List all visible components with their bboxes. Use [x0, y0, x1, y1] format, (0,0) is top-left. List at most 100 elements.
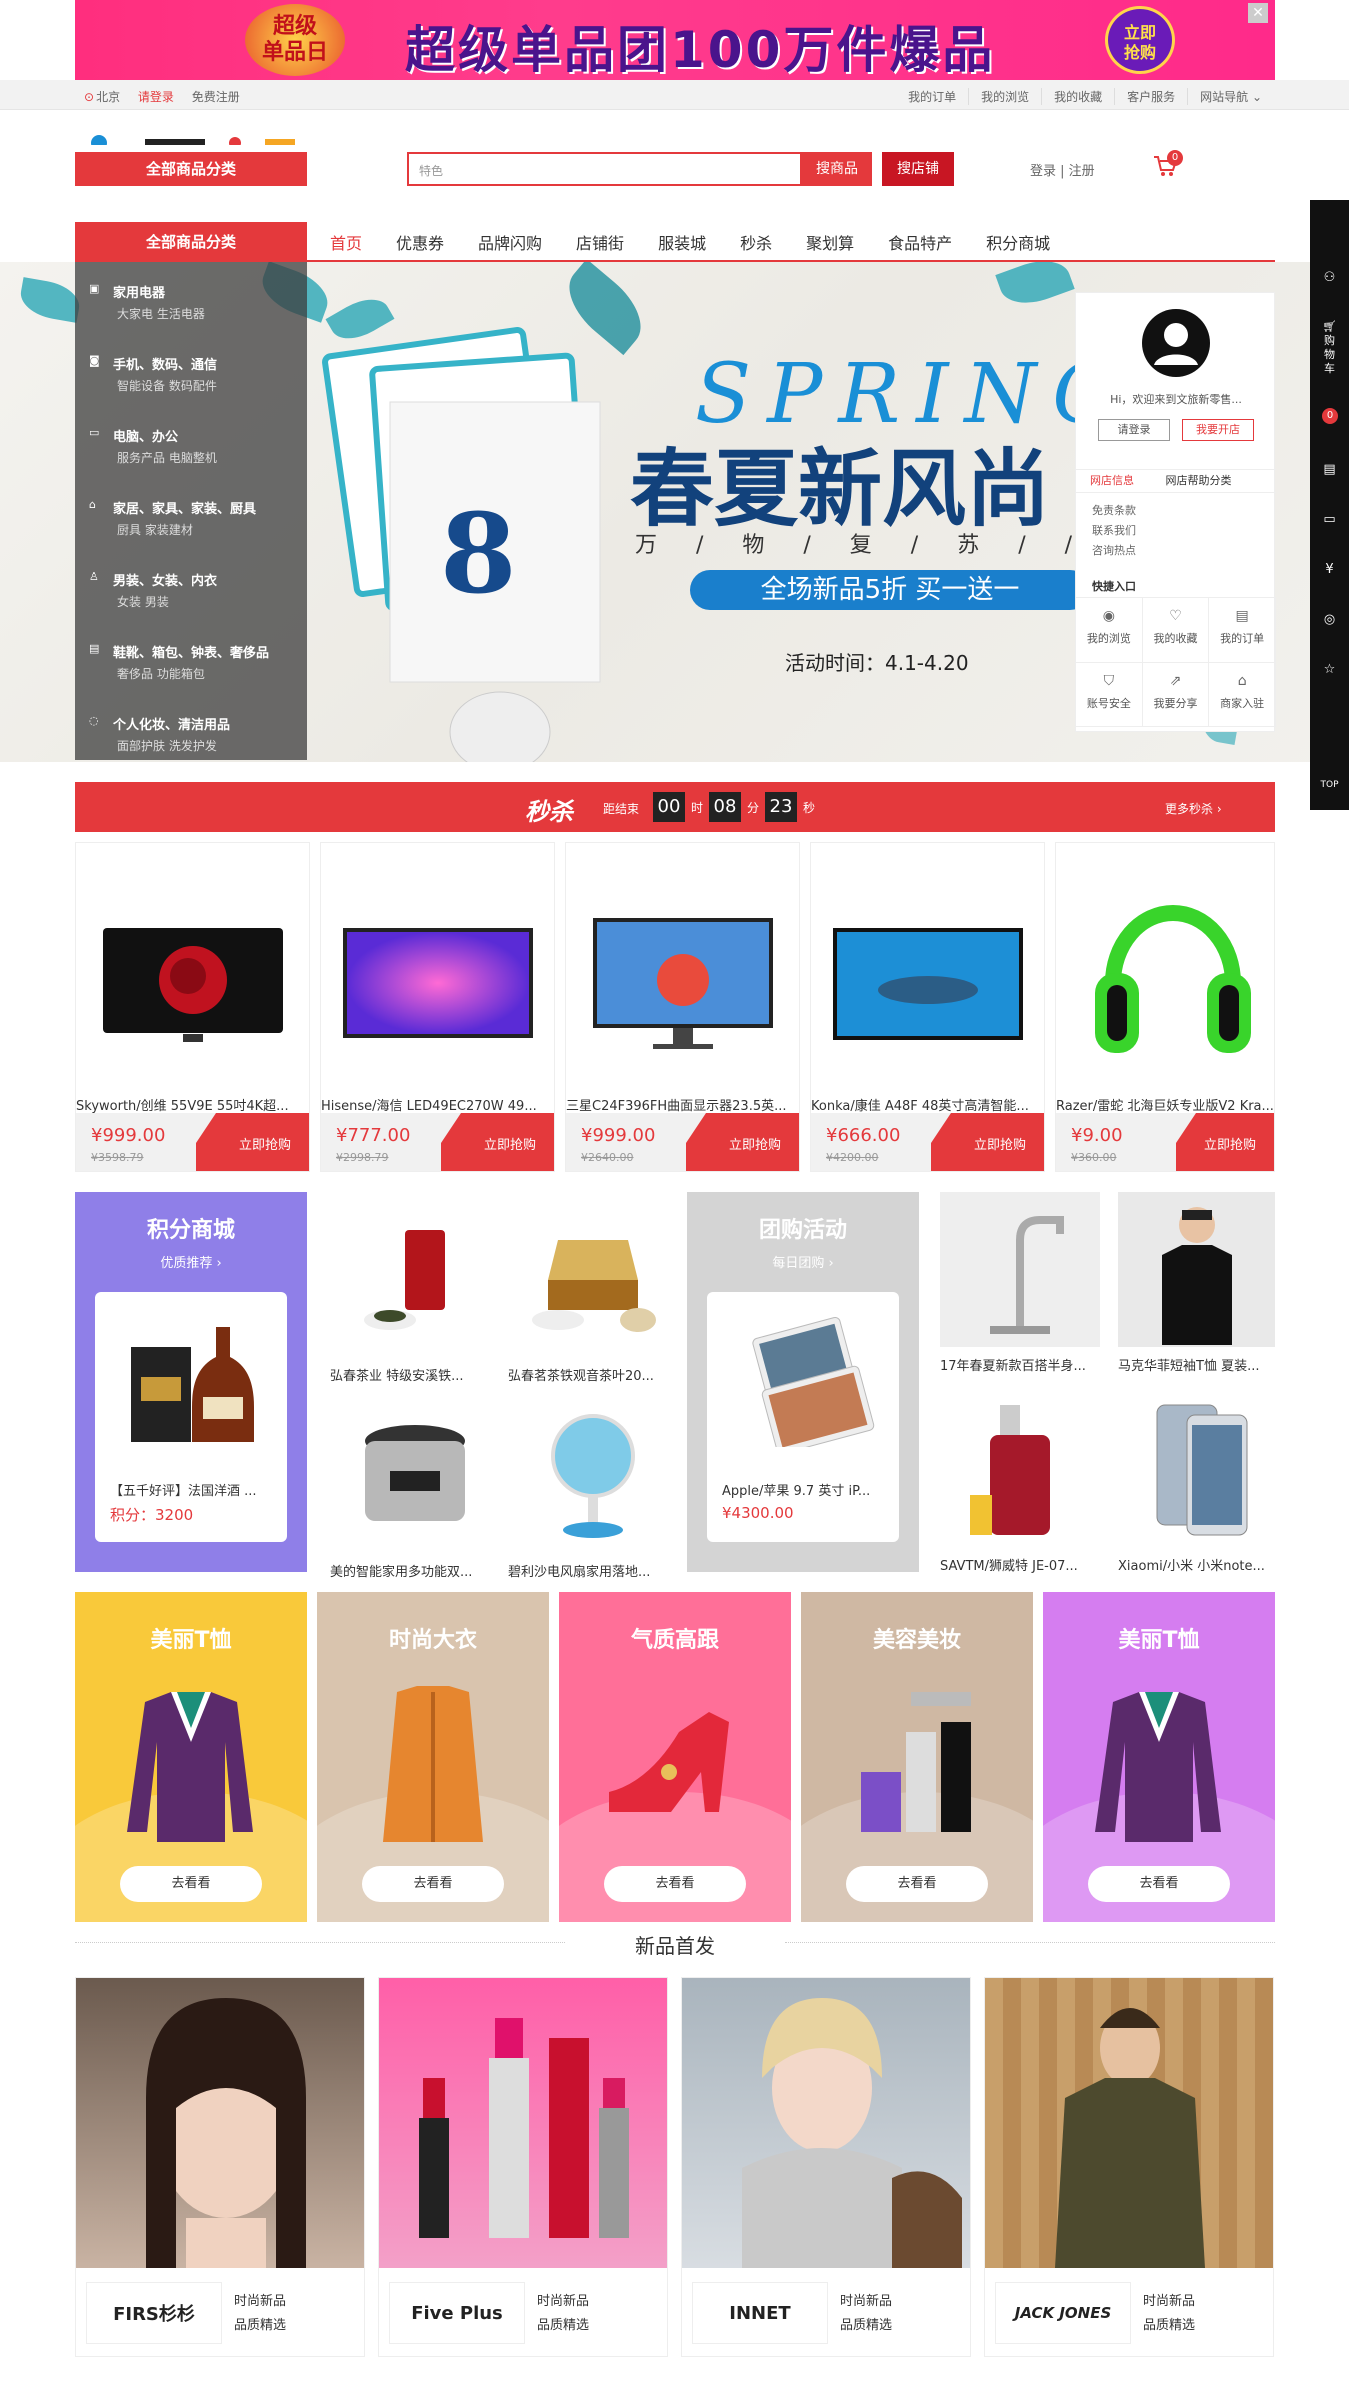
back-to-top-button[interactable]: TOP: [1310, 780, 1349, 790]
eye-icon[interactable]: ◎: [1310, 612, 1349, 627]
nav-coupons[interactable]: 优惠券: [396, 230, 444, 254]
quick-history[interactable]: ◉ 我的浏览: [1076, 598, 1143, 663]
my-favorites-link[interactable]: 我的收藏: [1041, 88, 1114, 105]
login-link[interactable]: 请登录: [138, 90, 174, 104]
category-item[interactable]: ▭ 电脑、办公 服务产品 电脑整机: [75, 414, 307, 486]
user-card-tabs: 网店信息 网店帮助分类: [1076, 469, 1276, 493]
new-arrival-card[interactable]: Five Plus 时尚新品 品质精选: [378, 1977, 668, 2357]
nav-points-mall[interactable]: 积分商城: [986, 230, 1050, 254]
buy-now-button[interactable]: 立即抢购: [1204, 1134, 1256, 1153]
product-card[interactable]: Skyworth/创维 55V9E 55吋4K超... ¥999.00 ¥3598…: [75, 842, 310, 1172]
screen-icon[interactable]: ▭: [1310, 512, 1349, 527]
grid-product[interactable]: 碧利沙电风扇家用落地...: [508, 1398, 678, 1588]
notice-contact[interactable]: 联系我们: [1092, 521, 1136, 541]
buy-now-button[interactable]: 立即抢购: [484, 1134, 536, 1153]
quick-security[interactable]: ⛉ 账号安全: [1076, 662, 1143, 727]
group-buy-sub[interactable]: 每日团购 ›: [687, 1252, 919, 1271]
star-icon[interactable]: ☆: [1310, 662, 1349, 677]
points-mall-section[interactable]: 积分商城 优质推荐 › 【五千好评】法国洋酒 ... 积分：3200: [75, 1192, 307, 1572]
quick-favorites[interactable]: ♡ 我的收藏: [1142, 598, 1210, 663]
grid-product[interactable]: 美的智能家用多功能双...: [330, 1398, 500, 1588]
customer-service-link[interactable]: 客户服务: [1114, 88, 1187, 105]
buy-now-button[interactable]: 立即抢购: [729, 1134, 781, 1153]
hours-unit: 时: [691, 801, 704, 815]
category-item[interactable]: ⌂ 家居、家具、家装、厨具 厨具 家装建材: [75, 486, 307, 558]
category-item[interactable]: ▤ 鞋靴、箱包、钟表、奢侈品 奢侈品 功能箱包: [75, 630, 307, 702]
see-more-button[interactable]: 去看看: [846, 1866, 988, 1902]
points-item-card[interactable]: 【五千好评】法国洋酒 ... 积分：3200: [95, 1292, 287, 1542]
nav-group-deals[interactable]: 聚划算: [806, 230, 854, 254]
product-card[interactable]: Konka/康佳 A48F 48英寸高清智能... ¥666.00 ¥4200.0…: [810, 842, 1045, 1172]
grid-product[interactable]: 弘春茶业 特级安溪铁...: [330, 1202, 500, 1392]
nav-food[interactable]: 食品特产: [888, 230, 952, 254]
site-nav-dropdown[interactable]: 网站导航 ⌄: [1187, 88, 1274, 105]
orders-icon[interactable]: ▤: [1310, 462, 1349, 477]
new-arrival-card[interactable]: JACK JONES 时尚新品 品质精选: [984, 1977, 1274, 2357]
category-tile[interactable]: 美容美妆 去看看: [801, 1592, 1033, 1922]
group-buy-section[interactable]: 团购活动 每日团购 › Apple/苹果 9.7 英寸 iP... ¥4300.…: [687, 1192, 919, 1572]
close-icon[interactable]: ✕: [1248, 3, 1268, 23]
search-shops-button[interactable]: 搜店铺: [882, 152, 954, 186]
product-card[interactable]: Hisense/海信 LED49EC270W 49... ¥777.00 ¥299…: [320, 842, 555, 1172]
nav-home[interactable]: 首页: [330, 230, 362, 254]
points-mall-sub[interactable]: 优质推荐 ›: [75, 1252, 307, 1271]
category-tile[interactable]: 时尚大衣 去看看: [317, 1592, 549, 1922]
nav-clothing[interactable]: 服装城: [658, 230, 706, 254]
tab-shop-info[interactable]: 网店信息: [1076, 474, 1148, 487]
points-item-value: 积分：3200: [110, 1506, 194, 1524]
ad-buy-now-button[interactable]: 立即 抢购: [1105, 6, 1175, 74]
search-input[interactable]: 特色: [407, 152, 802, 186]
site-logo[interactable]: [85, 125, 345, 145]
nav-seckill[interactable]: 秒杀: [740, 230, 772, 254]
grid-product[interactable]: Xiaomi/小米 小米note...: [1118, 1392, 1275, 1582]
grid-product[interactable]: 弘春茗茶铁观音茶叶20...: [508, 1202, 678, 1392]
top-ad-banner[interactable]: 超级 单品日 超级单品团100万件爆品 立即 抢购: [75, 0, 1275, 80]
yen-icon[interactable]: ¥: [1310, 562, 1349, 577]
avatar[interactable]: [1142, 309, 1210, 377]
tab-shop-help[interactable]: 网店帮助分类: [1152, 474, 1246, 487]
grid-product[interactable]: 马克华菲短袖T恤 夏装...: [1118, 1192, 1275, 1382]
category-item[interactable]: ◌ 个人化妆、清洁用品 面部护肤 洗发护发: [75, 702, 307, 774]
notice-hotline[interactable]: 咨询热点: [1092, 541, 1136, 561]
my-orders-link[interactable]: 我的订单: [896, 88, 968, 105]
user-icon[interactable]: ⚇: [1310, 270, 1349, 285]
all-categories-nav[interactable]: 全部商品分类: [75, 222, 307, 262]
register-link[interactable]: 免费注册: [192, 90, 240, 104]
my-history-link[interactable]: 我的浏览: [968, 88, 1041, 105]
notice-disclaimer[interactable]: 免责条款: [1092, 501, 1136, 521]
see-more-button[interactable]: 去看看: [120, 1866, 262, 1902]
location-label[interactable]: 北京: [96, 90, 120, 104]
category-item[interactable]: ◙ 手机、数码、通信 智能设备 数码配件: [75, 342, 307, 414]
product-card[interactable]: 三星C24F396FH曲面显示器23.5英... ¥999.00 ¥2640.00…: [565, 842, 800, 1172]
grid-product[interactable]: SAVTM/狮威特 JE-07...: [940, 1392, 1100, 1582]
more-seckill-link[interactable]: 更多秒杀 ›: [1165, 800, 1222, 817]
grid-product-name: 美的智能家用多功能双...: [330, 1565, 473, 1580]
see-more-button[interactable]: 去看看: [1088, 1866, 1230, 1902]
quick-orders[interactable]: ▤ 我的订单: [1209, 598, 1276, 663]
buy-now-button[interactable]: 立即抢购: [239, 1134, 291, 1153]
category-item[interactable]: ▣ 家用电器 大家电 生活电器: [75, 270, 307, 342]
login-register-link[interactable]: 登录 | 注册: [1030, 160, 1095, 179]
open-shop-button[interactable]: 我要开店: [1182, 419, 1254, 441]
quick-share[interactable]: ⇗ 我要分享: [1142, 662, 1210, 727]
login-button[interactable]: 请登录: [1098, 419, 1170, 441]
see-more-button[interactable]: 去看看: [604, 1866, 746, 1902]
group-item-card[interactable]: Apple/苹果 9.7 英寸 iP... ¥4300.00: [707, 1292, 899, 1542]
all-categories-button[interactable]: 全部商品分类: [75, 152, 307, 186]
nav-brand-flash[interactable]: 品牌闪购: [478, 230, 542, 254]
search-products-button[interactable]: 搜商品: [802, 152, 872, 186]
nav-shop-street[interactable]: 店铺街: [576, 230, 624, 254]
grid-product[interactable]: 17年春夏新款百搭半身...: [940, 1192, 1100, 1382]
product-card[interactable]: Razer/雷蛇 北海巨妖专业版V2 Kra... ¥9.00 ¥360.00 立即…: [1055, 842, 1275, 1172]
buy-now-button[interactable]: 立即抢购: [974, 1134, 1026, 1153]
category-tile[interactable]: 气质高跟 去看看: [559, 1592, 791, 1922]
see-more-button[interactable]: 去看看: [362, 1866, 504, 1902]
category-item[interactable]: ♙ 男装、女装、内衣 女装 男装: [75, 558, 307, 630]
location-pin-icon: ⊙: [84, 90, 95, 104]
category-tile[interactable]: 美丽T恤 去看看: [1043, 1592, 1275, 1922]
new-arrival-card[interactable]: INNET 时尚新品 品质精选: [681, 1977, 971, 2357]
quick-merchant[interactable]: ⌂ 商家入驻: [1209, 662, 1276, 727]
new-arrival-card[interactable]: FIRS杉杉 时尚新品 品质精选: [75, 1977, 365, 2357]
sidebar-cart[interactable]: 🛒︎ 购物车: [1310, 320, 1349, 376]
category-tile[interactable]: 美丽T恤 去看看: [75, 1592, 307, 1922]
